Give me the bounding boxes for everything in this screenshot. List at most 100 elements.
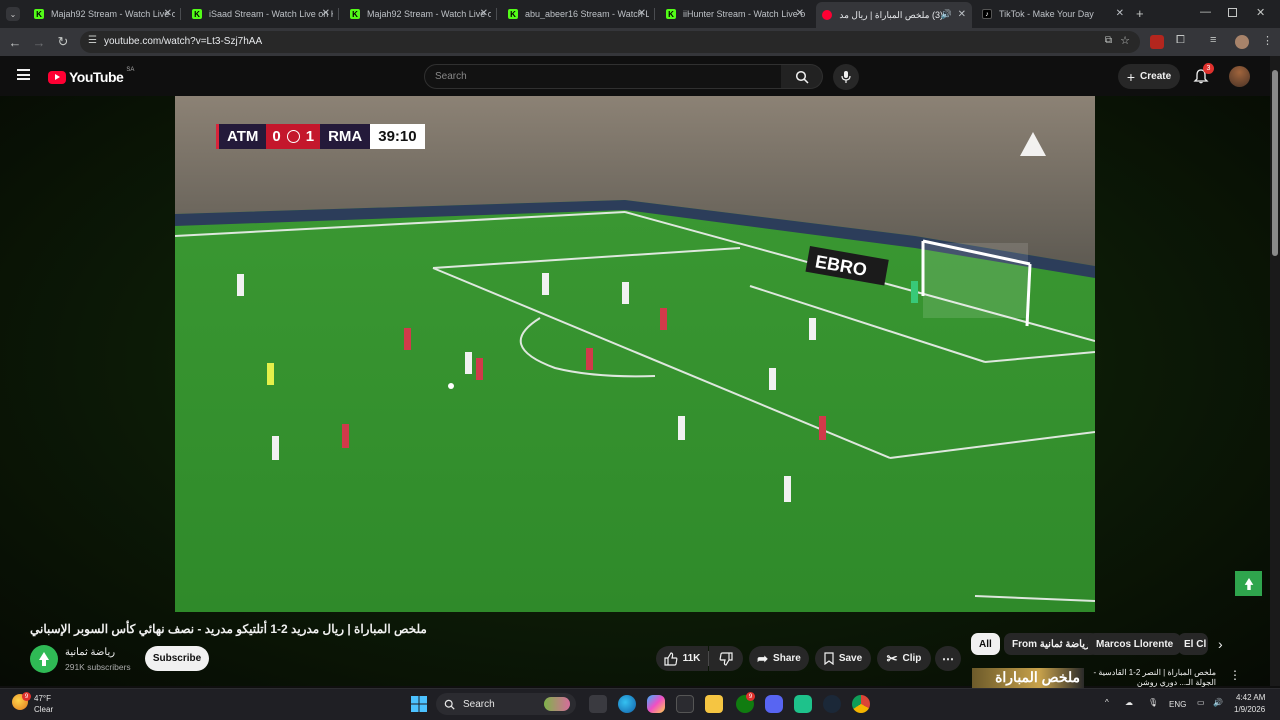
close-icon[interactable]: ✕ — [1116, 8, 1124, 19]
language-indicator[interactable]: ENG — [1169, 700, 1186, 709]
tab-search-button[interactable]: ⌄ — [6, 7, 20, 21]
browser-toolbar: ← → ↻ ☰ youtube.com/watch?v=Lt3-Szj7hAA … — [0, 28, 1280, 56]
chip-all[interactable]: All — [971, 633, 1000, 655]
subscribe-button[interactable]: Subscribe — [145, 646, 209, 671]
maximize-button[interactable] — [1228, 8, 1237, 17]
media-control-icon[interactable]: ≡ — [1210, 34, 1216, 46]
kick-icon: K — [666, 9, 676, 19]
browser-tab[interactable]: K abu_abeer16 Stream - Watch Li ✕ — [502, 4, 652, 24]
onedrive-icon[interactable]: ☁ — [1125, 698, 1133, 707]
tab-title: abu_abeer16 Stream - Watch Li — [525, 9, 649, 19]
tray-overflow-icon[interactable]: ^ — [1105, 698, 1109, 707]
recommended-thumbnail[interactable]: ملخص المباراة — [972, 668, 1084, 688]
scrollbar-thumb[interactable] — [1272, 70, 1278, 256]
close-icon[interactable]: ✕ — [796, 8, 804, 19]
network-icon[interactable]: ▭ — [1197, 698, 1205, 707]
like-divider — [708, 651, 709, 666]
floating-extension-button[interactable] — [1235, 571, 1262, 596]
clock-date[interactable]: 1/9/2026 — [1234, 705, 1265, 714]
channel-name[interactable]: رياضة ثمانية — [65, 647, 115, 658]
chip-el-clasico[interactable]: El Cl — [1178, 633, 1208, 655]
tab-title: Majah92 Stream - Watch Live o — [367, 9, 491, 19]
file-explorer-icon[interactable] — [705, 695, 723, 713]
account-avatar[interactable] — [1229, 66, 1250, 87]
recommended-title[interactable]: ملخص المباراة | النصر 2-1 القادسية - الج… — [1090, 668, 1216, 688]
close-icon[interactable]: ✕ — [322, 8, 330, 19]
bookmark-star-icon[interactable]: ☆ — [1120, 34, 1130, 47]
save-button[interactable]: Save — [815, 646, 871, 671]
search-highlight-icon — [544, 697, 570, 711]
share-button[interactable]: ➦ Share — [749, 646, 809, 671]
chrome-icon[interactable] — [852, 695, 870, 713]
trophy-icon — [286, 130, 300, 143]
youtube-header: YouTube SA Search + Create 3 — [0, 56, 1280, 96]
thumbs-up-icon — [663, 651, 678, 666]
install-app-icon[interactable]: ⧉ — [1105, 35, 1112, 46]
browser-tab[interactable]: K iSaad Stream - Watch Live on K ✕ — [186, 4, 336, 24]
tab-divider — [180, 8, 181, 20]
youtube-logo[interactable]: YouTube SA — [48, 67, 134, 85]
volume-icon[interactable]: 🔊 — [1213, 698, 1223, 707]
close-window-button[interactable]: ✕ — [1256, 6, 1265, 19]
create-button[interactable]: + Create — [1118, 64, 1180, 89]
edge-icon[interactable] — [618, 695, 636, 713]
windows-start-icon[interactable] — [410, 695, 428, 713]
youtube-wordmark: YouTube — [69, 69, 124, 85]
store-icon[interactable] — [676, 695, 694, 713]
browser-menu-icon[interactable]: ⋮ — [1262, 34, 1273, 47]
extensions-puzzle-icon[interactable]: ⧠ — [1176, 34, 1185, 47]
more-actions-button[interactable]: ⋯ — [935, 646, 961, 671]
away-team: RMA — [320, 124, 371, 149]
mic-tray-icon[interactable]: 🎙 — [1148, 698, 1158, 707]
kick-icon: K — [350, 9, 360, 19]
chevron-right-icon[interactable]: › — [1218, 636, 1223, 652]
taskbar-search[interactable]: Search — [436, 693, 576, 715]
dislike-button[interactable] — [709, 646, 743, 671]
profile-avatar[interactable] — [1235, 35, 1249, 49]
extension-icon[interactable] — [1150, 35, 1164, 49]
search-input[interactable]: Search — [424, 64, 782, 89]
clip-button[interactable]: ✂ Clip — [877, 646, 931, 671]
site-info-icon[interactable]: ☰ — [88, 35, 97, 46]
close-icon[interactable]: ✕ — [638, 8, 646, 19]
scoreboard: ATM 0 1 RMA 39:10 — [216, 124, 425, 149]
tab-title: iSaad Stream - Watch Live on K — [209, 9, 333, 19]
copilot-icon[interactable] — [647, 695, 665, 713]
channel-avatar[interactable] — [30, 645, 58, 673]
app-icon[interactable] — [794, 695, 812, 713]
close-icon[interactable]: ✕ — [164, 8, 172, 19]
steam-icon[interactable] — [823, 695, 841, 713]
chip-from-channel[interactable]: From رياضة ثمانية — [1004, 633, 1098, 655]
home-team: ATM — [216, 124, 267, 149]
notifications-button[interactable]: 3 — [1193, 63, 1214, 84]
close-icon[interactable]: ✕ — [480, 8, 488, 19]
hamburger-menu-icon[interactable] — [17, 69, 30, 80]
audio-playing-icon[interactable]: 🔊 — [941, 9, 952, 20]
browser-tab[interactable]: K Majah92 Stream - Watch Live o ✕ — [28, 4, 178, 24]
weather-alert-badge: 9 — [22, 692, 31, 701]
minimize-button[interactable]: — — [1200, 6, 1211, 18]
voice-search-button[interactable] — [833, 64, 859, 90]
browser-tab-active[interactable]: (3) ملخص المباراة | ريال مدري 🔊 ✕ — [816, 2, 972, 28]
weather-temp: 47°F — [34, 694, 51, 703]
close-icon[interactable]: ✕ — [958, 9, 966, 20]
task-view-icon[interactable] — [589, 695, 607, 713]
more-vertical-icon[interactable]: ⋮ — [1229, 668, 1241, 682]
clock-time[interactable]: 4:42 AM — [1236, 693, 1265, 702]
reload-icon[interactable]: ↻ — [55, 34, 71, 50]
chip-marcos-llorente[interactable]: Marcos Llorente — [1088, 633, 1182, 655]
like-button[interactable]: 11K — [656, 646, 708, 671]
discord-icon[interactable] — [765, 695, 783, 713]
address-bar[interactable]: ☰ youtube.com/watch?v=Lt3-Szj7hAA ⧉ ☆ — [80, 31, 1140, 53]
back-icon[interactable]: ← — [7, 34, 23, 50]
search-button[interactable] — [781, 64, 823, 89]
tab-title: (3) ملخص المباراة | ريال مدري — [839, 9, 943, 20]
new-tab-button[interactable]: + — [1136, 6, 1144, 21]
tab-divider — [654, 8, 655, 20]
video-player[interactable]: EBRO ATM 0 1 RMA 39:10 — [175, 96, 1095, 612]
browser-tab[interactable]: K Majah92 Stream - Watch Live o ✕ — [344, 4, 494, 24]
bookmark-icon — [824, 652, 834, 665]
browser-tab[interactable]: ♪ TikTok - Make Your Day ✕ — [976, 4, 1130, 24]
browser-tab[interactable]: K iiHunter Stream - Watch Live o ✕ — [660, 4, 810, 24]
forward-icon[interactable]: → — [31, 34, 47, 50]
